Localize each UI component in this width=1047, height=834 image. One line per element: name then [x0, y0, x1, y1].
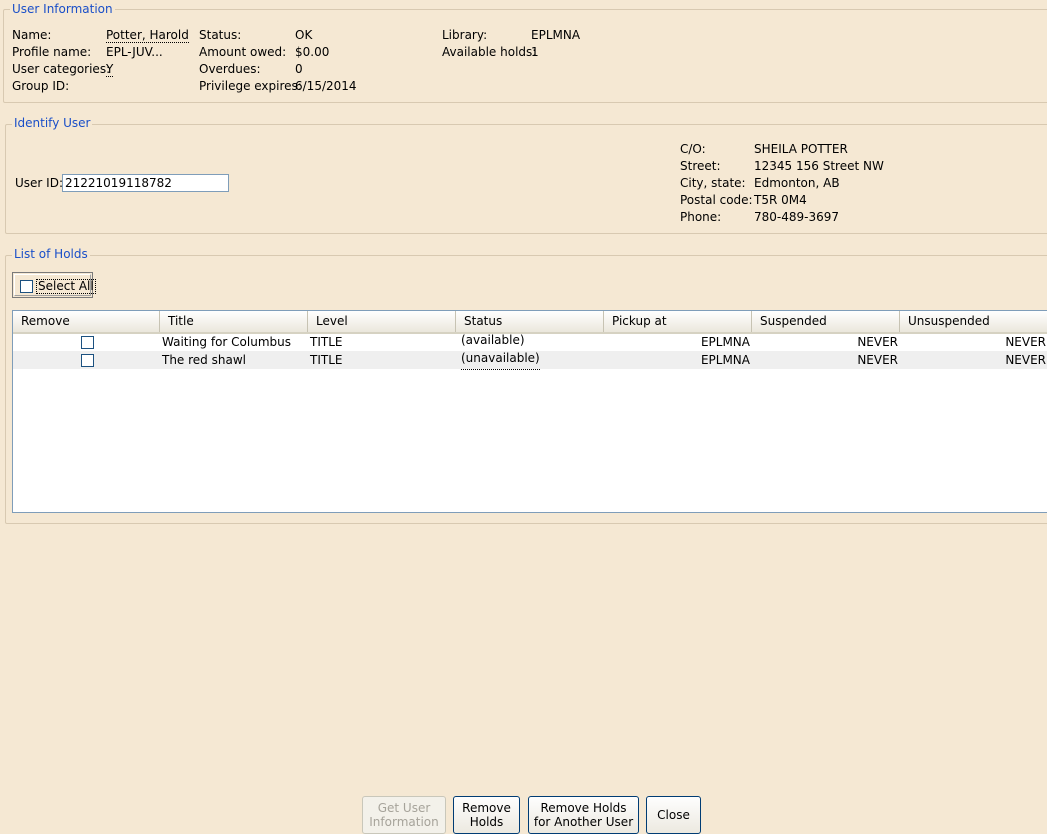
co-label: C/O:	[680, 142, 706, 156]
city-label: City, state:	[680, 176, 746, 190]
column-header-level[interactable]: Level	[308, 311, 456, 332]
hold-unsuspended: NEVER	[1005, 353, 1046, 367]
overdues-label: Overdues:	[199, 62, 261, 76]
categories-label: User categories:	[12, 62, 111, 76]
identify-user-legend: Identify User	[12, 116, 93, 130]
hold-title: Waiting for Columbus	[162, 335, 291, 349]
hold-status-link[interactable]: (unavailable)	[461, 351, 540, 370]
get-user-information-button[interactable]: Get User Information	[362, 796, 446, 834]
group-id-label: Group ID:	[12, 79, 70, 93]
column-header-pickup[interactable]: Pickup at	[604, 311, 752, 332]
select-all-checkbox[interactable]	[20, 280, 33, 293]
remove-holds-line2: Holds	[469, 815, 504, 829]
profile-value: EPL-JUV...	[106, 45, 163, 59]
get-user-information-line2: Information	[369, 815, 439, 829]
postal-label: Postal code:	[680, 193, 753, 207]
hold-pickup: EPLMNA	[700, 353, 750, 367]
co-value: SHEILA POTTER	[754, 142, 848, 156]
hold-title: The red shawl	[162, 353, 246, 367]
amount-owed-value: $0.00	[295, 45, 330, 59]
remove-holds-line1: Remove	[462, 801, 511, 815]
postal-value: T5R 0M4	[754, 193, 807, 207]
hold-unsuspended: NEVER	[1005, 335, 1046, 349]
phone-label: Phone:	[680, 210, 722, 224]
holds-table[interactable]: Remove Title Level Status Pickup at Susp…	[12, 310, 1047, 513]
remove-holds-another-line2: for Another User	[533, 815, 634, 829]
select-all-label: Select All	[36, 279, 96, 294]
city-value: Edmonton, AB	[754, 176, 840, 190]
library-value: EPLMNA	[531, 28, 581, 42]
table-row[interactable]: Waiting for Columbus TITLE (available) E…	[13, 333, 1047, 352]
column-header-suspended[interactable]: Suspended	[752, 311, 900, 332]
library-label: Library:	[442, 28, 488, 42]
holds-table-header: Remove Title Level Status Pickup at Susp…	[13, 311, 1047, 334]
get-user-information-line1: Get User	[377, 801, 431, 815]
hold-pickup: EPLMNA	[700, 335, 750, 349]
street-value: 12345 156 Street NW	[754, 159, 884, 173]
profile-label: Profile name:	[12, 45, 92, 59]
table-row[interactable]: The red shawl TITLE (unavailable) EPLMNA…	[13, 351, 1047, 370]
hold-status-link[interactable]: (available)	[461, 333, 525, 352]
user-id-input[interactable]: 21221019118782	[62, 174, 229, 192]
hold-suspended: NEVER	[857, 353, 898, 367]
user-information-legend: User Information	[10, 2, 115, 16]
hold-level: TITLE	[310, 335, 343, 349]
name-value[interactable]: Potter, Harold	[106, 28, 189, 43]
column-header-status[interactable]: Status	[456, 311, 604, 332]
hold-level: TITLE	[310, 353, 343, 367]
privilege-label: Privilege expires:	[199, 79, 302, 93]
remove-holds-another-user-button[interactable]: Remove Holds for Another User	[528, 796, 639, 834]
phone-value: 780-489-3697	[754, 210, 840, 224]
remove-holds-another-line1: Remove Holds	[540, 801, 627, 815]
status-value: OK	[295, 28, 313, 42]
close-button[interactable]: Close	[646, 796, 701, 834]
remove-checkbox[interactable]	[81, 354, 94, 367]
remove-checkbox[interactable]	[81, 336, 94, 349]
column-header-unsuspended[interactable]: Unsuspended	[900, 311, 1047, 332]
list-of-holds-legend: List of Holds	[12, 247, 90, 261]
user-id-label: User ID:	[15, 176, 63, 190]
privilege-value: 6/15/2014	[295, 79, 357, 93]
categories-value[interactable]: Y	[106, 62, 114, 77]
hold-suspended: NEVER	[857, 335, 898, 349]
available-holds-value: 1	[531, 45, 539, 59]
status-label: Status:	[199, 28, 242, 42]
street-label: Street:	[680, 159, 721, 173]
select-all-button[interactable]: Select All	[12, 272, 96, 298]
available-holds-label: Available holds:	[442, 45, 537, 59]
column-header-title[interactable]: Title	[160, 311, 308, 332]
column-header-remove[interactable]: Remove	[13, 311, 160, 332]
close-label: Close	[657, 808, 690, 822]
amount-owed-label: Amount owed:	[199, 45, 287, 59]
name-label: Name:	[12, 28, 52, 42]
remove-holds-button[interactable]: Remove Holds	[453, 796, 520, 834]
overdues-value: 0	[295, 62, 303, 76]
